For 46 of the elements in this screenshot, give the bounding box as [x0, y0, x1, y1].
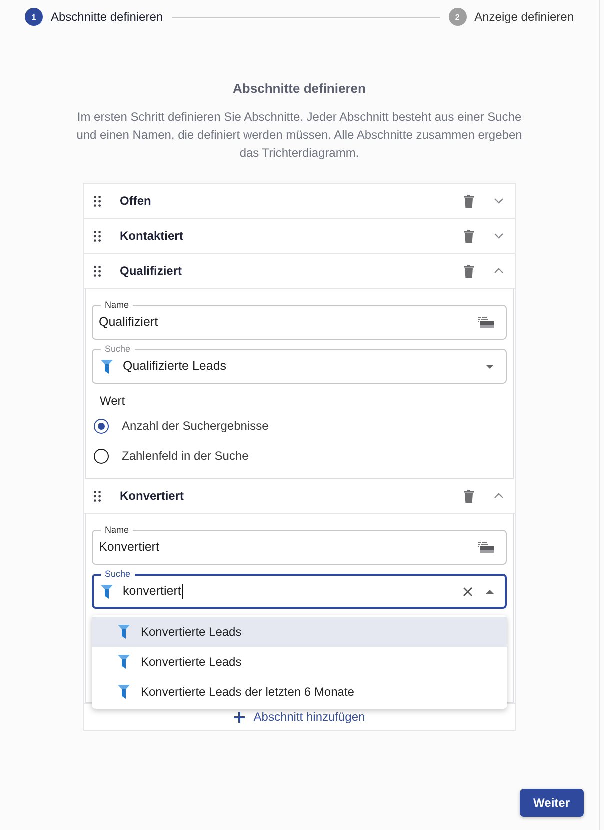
funnel-icon [118, 625, 130, 639]
funnel-icon [118, 655, 130, 669]
drag-handle-icon[interactable] [94, 266, 101, 276]
trash-icon[interactable] [464, 490, 474, 502]
trash-icon[interactable] [464, 230, 474, 242]
chevron-up-icon[interactable] [494, 493, 504, 499]
radio-button[interactable] [94, 418, 109, 434]
radio-label[interactable]: Anzahl der Suchergebnisse [122, 419, 269, 433]
drag-handle-icon[interactable] [94, 196, 101, 206]
funnel-icon [118, 685, 130, 699]
step-number: 2 [448, 8, 467, 26]
text-lines-icon [478, 316, 494, 328]
drag-handle-icon[interactable] [94, 490, 101, 502]
close-icon[interactable] [463, 586, 473, 596]
text-lines-icon [478, 542, 494, 554]
section-heading: Abschnitte definieren [233, 81, 366, 97]
section-title: Offen [120, 194, 152, 208]
trash-icon[interactable] [464, 264, 474, 278]
caret-up-icon[interactable] [486, 590, 494, 594]
step-number: 1 [25, 8, 43, 26]
chevron-down-icon[interactable] [494, 198, 504, 204]
section-title: Qualifiziert [120, 264, 184, 278]
field-label: Suche [101, 568, 135, 580]
funnel-icon [101, 360, 113, 374]
drag-handle-icon[interactable] [94, 230, 101, 242]
trash-icon[interactable] [464, 194, 474, 208]
radio-label[interactable]: Zahlenfeld in der Suche [122, 449, 249, 463]
caret-down-icon[interactable] [486, 364, 494, 368]
step-label: Anzeige definieren [474, 10, 574, 24]
field-label: Name [101, 299, 134, 311]
radio-button[interactable] [94, 448, 109, 464]
next-button[interactable]: Weiter [520, 789, 584, 817]
group-label: Wert [100, 393, 126, 409]
plus-icon [234, 712, 245, 722]
dropdown-option[interactable]: Konvertierte Leads [92, 617, 507, 647]
chevron-up-icon[interactable] [494, 268, 504, 274]
field-label: Suche [101, 343, 135, 355]
intro-text: Im ersten Schritt definieren Sie Abschnitte. Jeder Abschnitt besteht aus einer Suche und einen Namen, die definiert werden müssen. Alle Abschnitte zusammen ergeben das Trichterdiagramm. [76, 109, 524, 162]
dropdown-option[interactable]: Konvertierte Leads der letzten 6 Monate [92, 677, 507, 707]
section-title: Kontaktiert [120, 229, 184, 243]
dropdown-option[interactable]: Konvertierte Leads [92, 647, 507, 677]
step-label: Abschnitte definieren [51, 10, 164, 24]
funnel-icon [101, 584, 113, 598]
field-label: Name [101, 524, 134, 536]
section-title: Konvertiert [120, 489, 186, 503]
chevron-down-icon[interactable] [494, 233, 504, 239]
